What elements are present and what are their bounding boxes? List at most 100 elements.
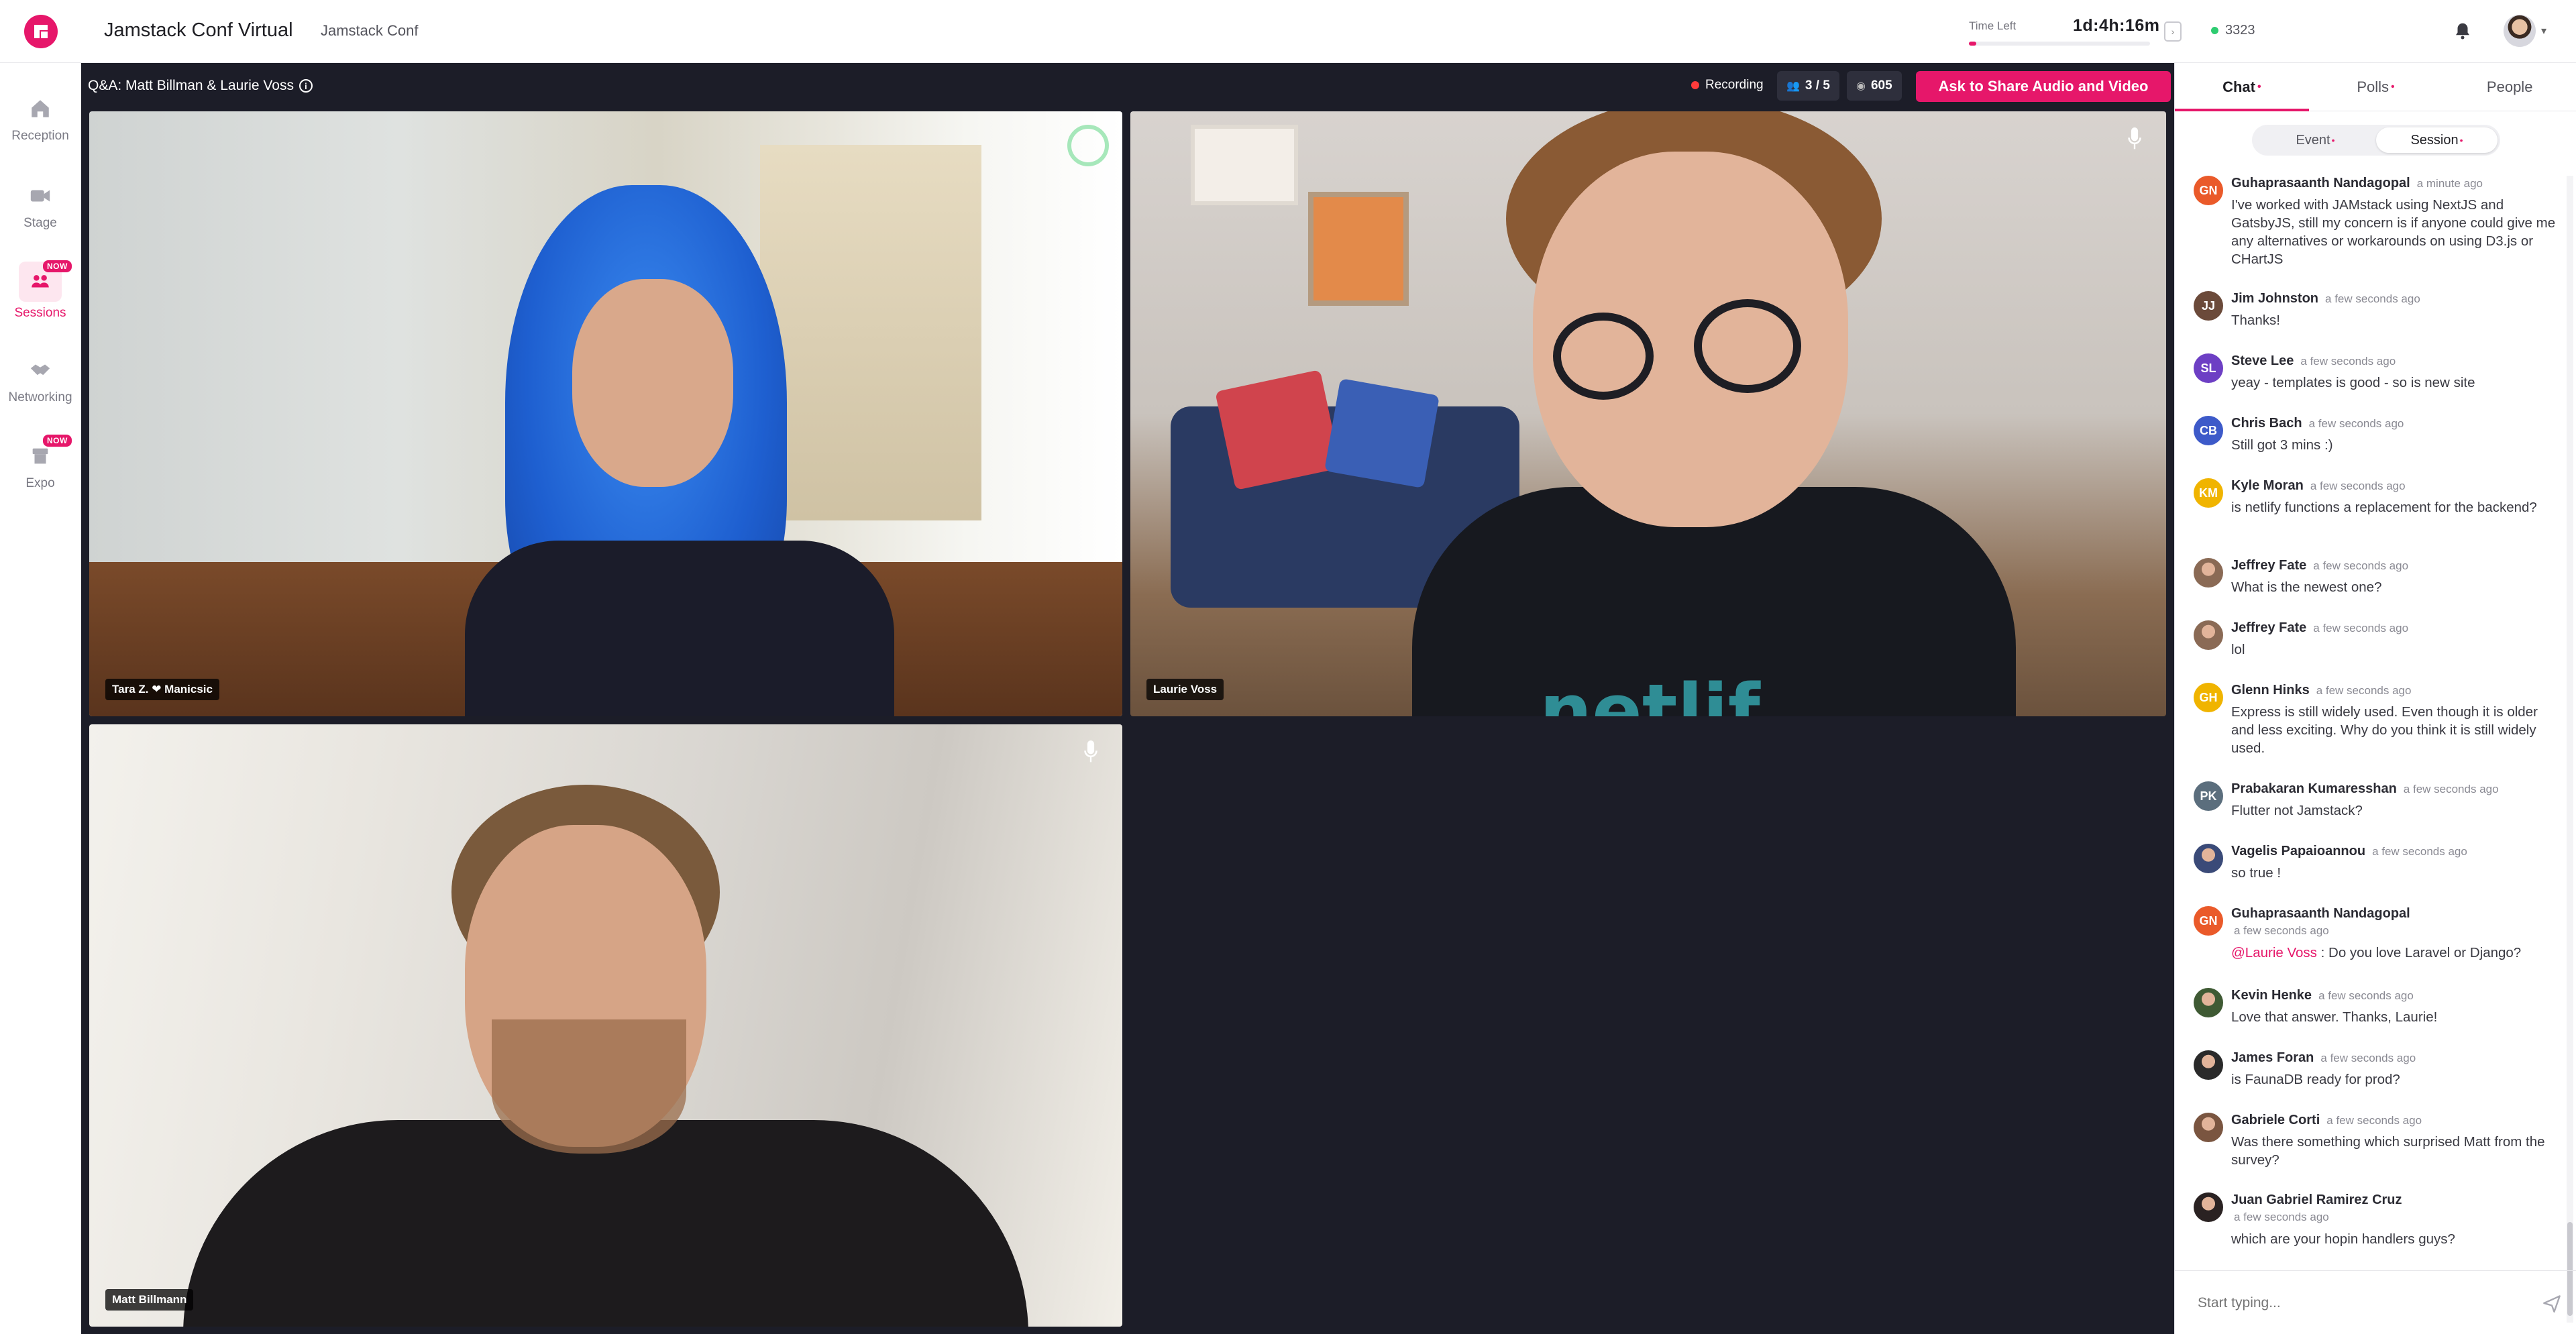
chat-scope-session[interactable]: Session • xyxy=(2376,127,2498,153)
chat-scrollbar[interactable] xyxy=(2567,176,2573,1323)
chat-message-header: Gabriele Corti a few seconds ago xyxy=(2231,1113,2422,1128)
unread-dot-icon: • xyxy=(2257,80,2261,93)
chat-scope-toggle: Event • Session • xyxy=(2252,125,2500,156)
chat-message-header: Prabakaran Kumaresshan a few seconds ago xyxy=(2231,781,2499,797)
chat-author-name[interactable]: Kyle Moran xyxy=(2231,478,2304,493)
chat-message-header: Jeffrey Fate a few seconds ago xyxy=(2231,620,2408,636)
unread-dot-icon: • xyxy=(2331,135,2335,146)
tab-label: Polls xyxy=(2357,78,2390,95)
viewers-pill[interactable]: ◉ 605 xyxy=(1847,71,1902,101)
nav-label: Stage xyxy=(23,216,57,230)
now-badge: NOW xyxy=(43,260,72,272)
video-tile[interactable]: Tara Z. ❤ Manicsic xyxy=(89,111,1122,716)
user-avatar[interactable] xyxy=(2504,15,2536,47)
chat-timestamp: a few seconds ago xyxy=(2313,559,2409,572)
tab-polls[interactable]: Polls • xyxy=(2309,63,2443,111)
nav-sessions[interactable]: NOW Sessions xyxy=(0,259,80,333)
participant-video xyxy=(465,541,894,716)
video-tile[interactable]: Matt Billmann xyxy=(89,724,1122,1327)
chat-message-body: is netlify functions a replacement for t… xyxy=(2231,500,2537,515)
chat-author-name[interactable]: James Foran xyxy=(2231,1050,2314,1065)
chat-author-name[interactable]: Gabriele Corti xyxy=(2231,1113,2320,1127)
info-icon[interactable]: i xyxy=(299,79,313,93)
chat-avatar[interactable]: KM xyxy=(2194,478,2223,508)
tab-chat[interactable]: Chat • xyxy=(2175,63,2309,111)
video-camera-icon xyxy=(27,182,54,209)
organizer-name[interactable]: Jamstack Conf xyxy=(321,22,419,40)
chat-author-name[interactable]: Jeffrey Fate xyxy=(2231,620,2306,635)
chat-mention[interactable]: @Laurie Voss xyxy=(2231,945,2317,960)
nav-networking[interactable]: Networking xyxy=(0,347,80,421)
chat-avatar[interactable]: JJ xyxy=(2194,291,2223,321)
video-background xyxy=(760,145,981,520)
chat-author-name[interactable]: Chris Bach xyxy=(2231,416,2302,431)
chat-input[interactable] xyxy=(2198,1290,2513,1317)
nav-stage[interactable]: Stage xyxy=(0,173,80,247)
online-dot-icon xyxy=(2211,27,2218,34)
chat-avatar[interactable] xyxy=(2194,558,2223,588)
unread-dot-icon: • xyxy=(2459,135,2463,146)
chat-scope-event[interactable]: Event • xyxy=(2255,127,2376,153)
chat-avatar[interactable]: GN xyxy=(2194,906,2223,936)
chat-timestamp: a few seconds ago xyxy=(2234,1211,2329,1223)
chat-message-text: Thanks! xyxy=(2231,311,2560,329)
nav-reception[interactable]: Reception xyxy=(0,86,80,160)
chat-author-name[interactable]: Vagelis Papaioannou xyxy=(2231,844,2365,858)
chat-message-header: Chris Bach a few seconds ago xyxy=(2231,416,2404,431)
chat-avatar[interactable] xyxy=(2194,620,2223,650)
chat-avatar[interactable]: CB xyxy=(2194,416,2223,445)
session-title: Q&A: Matt Billman & Laurie Voss i xyxy=(88,78,313,94)
chat-message-text: which are your hopin handlers guys? xyxy=(2231,1230,2560,1248)
chat-avatar[interactable] xyxy=(2194,1192,2223,1222)
chat-message-text: Was there something which surprised Matt… xyxy=(2231,1133,2560,1169)
chevron-down-icon[interactable]: ▾ xyxy=(2541,24,2546,38)
time-left-progress xyxy=(1969,42,2150,46)
chat-author-name[interactable]: Kevin Henke xyxy=(2231,988,2312,1003)
eye-icon: ◉ xyxy=(1856,80,1866,92)
participants-pill[interactable]: 👥 3 / 5 xyxy=(1777,71,1839,101)
chat-avatar[interactable]: SL xyxy=(2194,353,2223,383)
chat-message-body: Love that answer. Thanks, Laurie! xyxy=(2231,1009,2438,1025)
chat-author-name[interactable]: Guhaprasaanth Nandagopal xyxy=(2231,906,2410,921)
recording-label: Recording xyxy=(1705,78,1764,92)
send-icon[interactable] xyxy=(2542,1294,2561,1313)
participant-name-tag: Matt Billmann xyxy=(105,1289,194,1311)
chat-composer xyxy=(2175,1270,2576,1334)
sidebar-collapse-button[interactable]: › xyxy=(2164,21,2182,42)
chat-author-name[interactable]: Steve Lee xyxy=(2231,353,2294,368)
chat-avatar[interactable] xyxy=(2194,988,2223,1017)
chat-message-list[interactable]: GN Guhaprasaanth Nandagopal a minute ago I'… xyxy=(2175,176,2567,1266)
chat-avatar[interactable]: GN xyxy=(2194,176,2223,205)
chat-message-body: Flutter not Jamstack? xyxy=(2231,803,2363,818)
chat-author-name[interactable]: Juan Gabriel Ramirez Cruz xyxy=(2231,1192,2402,1207)
chat-message-body: : Do you love Laravel or Django? xyxy=(2316,945,2522,960)
chat-message-text: Still got 3 mins :) xyxy=(2231,436,2560,454)
app-logo[interactable] xyxy=(24,15,58,48)
chat-timestamp: a few seconds ago xyxy=(2326,1114,2422,1127)
ask-to-share-button[interactable]: Ask to Share Audio and Video xyxy=(1916,71,2171,102)
nav-expo[interactable]: NOW Expo xyxy=(0,433,80,507)
chat-avatar[interactable]: PK xyxy=(2194,781,2223,811)
chat-avatar[interactable] xyxy=(2194,1113,2223,1142)
chat-avatar[interactable]: GH xyxy=(2194,683,2223,712)
chat-author-name[interactable]: Glenn Hinks xyxy=(2231,683,2310,698)
chat-timestamp: a few seconds ago xyxy=(2316,684,2412,697)
chat-message-header: Jeffrey Fate a few seconds ago xyxy=(2231,558,2408,573)
chat-author-name[interactable]: Jeffrey Fate xyxy=(2231,558,2306,573)
video-tile[interactable]: netlif Laurie Voss xyxy=(1130,111,2166,716)
chat-author-name[interactable]: Guhaprasaanth Nandagopal xyxy=(2231,176,2410,190)
chat-message-body: lol xyxy=(2231,642,2245,657)
chat-avatar[interactable] xyxy=(2194,1050,2223,1080)
chat-timestamp: a few seconds ago xyxy=(2320,1052,2416,1064)
participant-name-tag: Tara Z. ❤ Manicsic xyxy=(105,679,219,700)
right-sidebar: Chat • Polls • People Event • Session • GN Gu… xyxy=(2174,63,2576,1334)
chat-message-header: Guhaprasaanth Nandagopal xyxy=(2231,906,2410,922)
tab-people[interactable]: People xyxy=(2443,63,2576,111)
chat-message-body: so true ! xyxy=(2231,865,2282,881)
chat-avatar[interactable] xyxy=(2194,844,2223,873)
online-count-value: 3323 xyxy=(2225,23,2255,38)
bell-icon[interactable] xyxy=(2453,20,2473,42)
chat-author-name[interactable]: Prabakaran Kumaresshan xyxy=(2231,781,2397,796)
tab-label: Chat xyxy=(2222,78,2255,95)
chat-author-name[interactable]: Jim Johnston xyxy=(2231,291,2318,306)
